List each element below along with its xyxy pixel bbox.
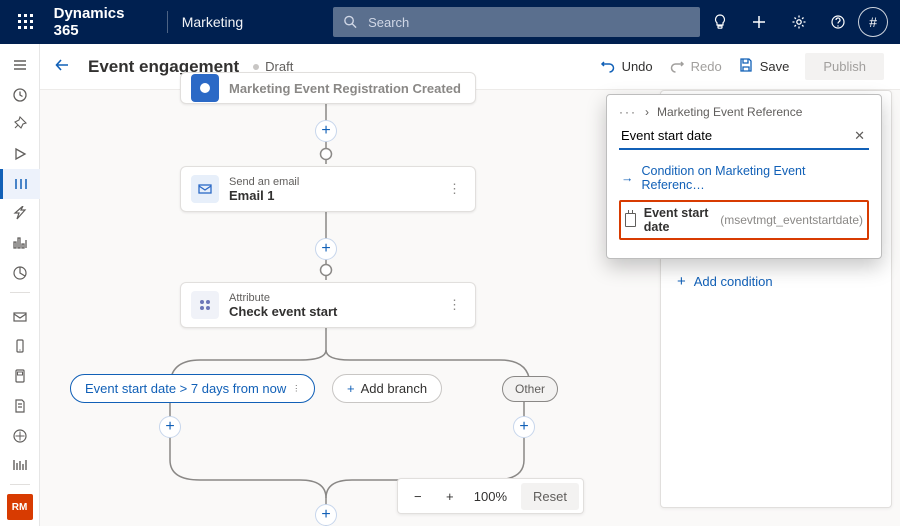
rail-journey-icon[interactable] (0, 169, 40, 199)
help-icon[interactable] (819, 0, 859, 44)
add-step-branch-right[interactable]: + (513, 416, 535, 438)
publish-button[interactable]: Publish (805, 53, 884, 80)
rail-assets-icon[interactable] (0, 451, 40, 481)
back-button[interactable] (54, 57, 88, 76)
rail-menu-icon[interactable] (0, 50, 40, 80)
global-search-input[interactable] (366, 14, 690, 31)
rail-forms-icon[interactable] (0, 391, 40, 421)
left-rail: RM (0, 44, 40, 526)
add-step-branch-left[interactable]: + (159, 416, 181, 438)
status-dot-icon (253, 64, 259, 70)
attribute-node[interactable]: Attribute Check event start ⋮ (180, 282, 476, 328)
breadcrumb: ··· › Marketing Event Reference (607, 95, 881, 123)
divider (167, 11, 168, 33)
attribute-value: Check event start (229, 304, 337, 319)
rail-analytics-icon[interactable] (0, 228, 40, 258)
search-icon (343, 14, 358, 30)
rail-clock-icon[interactable] (0, 80, 40, 110)
clear-search-icon[interactable]: ✕ (850, 128, 869, 144)
zoom-percent: 100% (466, 489, 515, 504)
rail-push-icon[interactable] (0, 361, 40, 391)
chevron-down-icon: ⋮ (292, 384, 300, 393)
link-arrow-icon: → (621, 171, 634, 185)
trigger-icon (191, 74, 219, 102)
add-branch-button[interactable]: +Add branch (332, 374, 442, 403)
email-node[interactable]: Send an email Email 1 ⋮ (180, 166, 476, 212)
calendar-icon (625, 213, 636, 227)
breadcrumb-more-icon[interactable]: ··· (619, 105, 637, 119)
node-more-icon[interactable]: ⋮ (444, 181, 465, 197)
persona-badge[interactable]: RM (7, 494, 33, 520)
trigger-title: Marketing Event Registration Created (229, 81, 461, 96)
other-branch-chip[interactable]: Other (502, 376, 558, 402)
zoom-in-button[interactable]: + (434, 489, 466, 504)
rail-triggers-icon[interactable] (0, 199, 40, 229)
email-caption: Send an email (229, 176, 299, 188)
top-nav: Dynamics 365 Marketing # (0, 0, 900, 44)
user-avatar[interactable]: # (858, 7, 888, 37)
save-button[interactable]: Save (738, 57, 790, 76)
add-step-after-merge[interactable]: + (315, 504, 337, 526)
trigger-node[interactable]: Marketing Event Registration Created (180, 72, 476, 104)
result-selected-row[interactable]: Event start date (msevtmgt_eventstartdat… (619, 200, 869, 240)
add-step-after-email[interactable]: + (315, 238, 337, 260)
zoom-reset-button[interactable]: Reset (521, 483, 579, 510)
attribute-icon (191, 291, 219, 319)
lightbulb-icon[interactable] (700, 0, 740, 44)
rail-mail-icon[interactable] (0, 302, 40, 332)
module-name: Marketing (182, 14, 243, 30)
rail-consent-icon[interactable] (0, 421, 40, 451)
undo-button[interactable]: Undo (600, 57, 653, 76)
add-condition-button[interactable]: + Add condition (677, 273, 875, 290)
attribute-caption: Attribute (229, 292, 337, 304)
rail-pin-icon[interactable] (0, 109, 40, 139)
node-more-icon[interactable]: ⋮ (444, 297, 465, 313)
email-value: Email 1 (229, 188, 299, 203)
rail-play-icon[interactable] (0, 139, 40, 169)
result-link-row[interactable]: → Condition on Marketing Event Referenc… (619, 160, 869, 196)
mail-icon (191, 175, 219, 203)
rail-sms-icon[interactable] (0, 332, 40, 362)
settings-gear-icon[interactable] (779, 0, 819, 44)
add-step-after-trigger[interactable]: + (315, 120, 337, 142)
attribute-search-popover: ··· › Marketing Event Reference ✕ → Cond… (606, 94, 882, 259)
redo-button[interactable]: Redo (669, 57, 722, 76)
app-launcher-icon[interactable] (6, 0, 46, 44)
zoom-out-button[interactable]: − (402, 489, 434, 504)
global-search[interactable] (333, 7, 700, 37)
brand-name: Dynamics 365 (54, 5, 153, 39)
attribute-search-input[interactable] (619, 127, 850, 144)
condition-chip[interactable]: Event start date > 7 days from now ⋮ (70, 374, 315, 403)
zoom-toolbar: − + 100% Reset (397, 478, 584, 514)
rail-segments-icon[interactable] (0, 258, 40, 288)
add-icon[interactable] (739, 0, 779, 44)
